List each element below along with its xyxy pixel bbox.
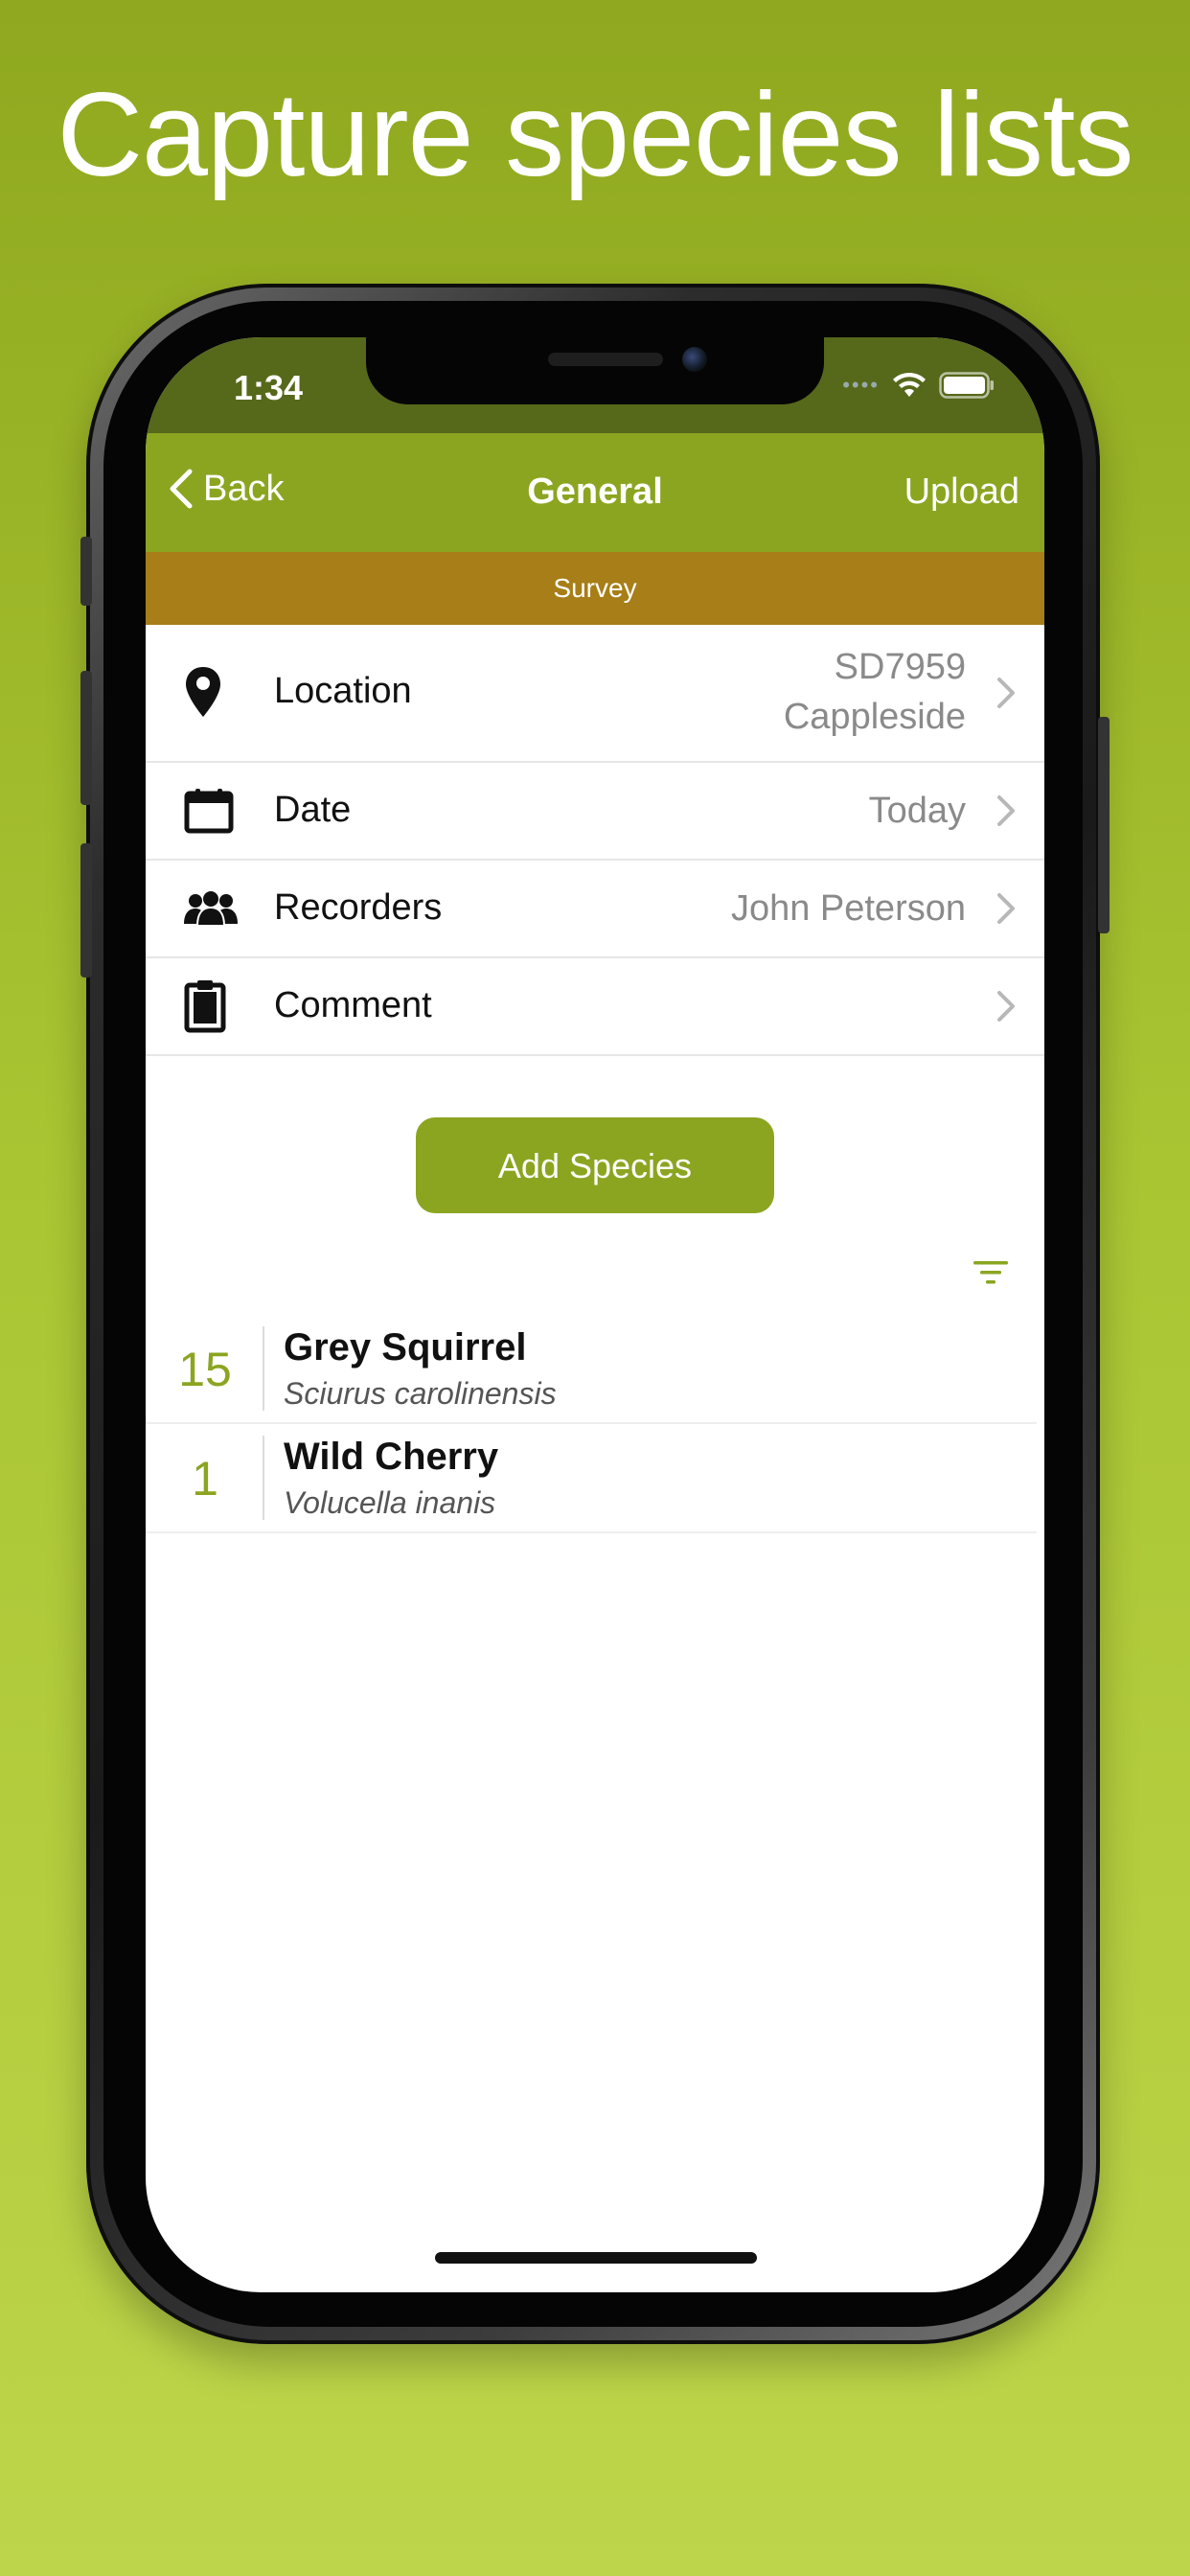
species-name: Wild Cherry bbox=[284, 1436, 499, 1478]
recorders-label: Recorders bbox=[274, 887, 443, 928]
calendar-icon bbox=[184, 789, 234, 834]
species-name: Grey Squirrel bbox=[284, 1326, 527, 1368]
volume-up-button bbox=[80, 671, 92, 805]
status-time: 1:34 bbox=[234, 368, 304, 407]
silent-switch bbox=[80, 537, 92, 606]
location-grid-ref: SD7959 bbox=[834, 647, 966, 687]
chevron-right-icon bbox=[997, 991, 1015, 1022]
divider bbox=[263, 1436, 264, 1520]
divider bbox=[263, 1326, 264, 1411]
signal-dots-icon: •••• bbox=[842, 373, 880, 397]
species-count[interactable]: 1 bbox=[146, 1451, 264, 1506]
comment-label: Comment bbox=[274, 985, 432, 1025]
front-camera bbox=[682, 347, 707, 372]
speaker-grille bbox=[548, 353, 663, 366]
location-label: Location bbox=[274, 671, 412, 711]
chevron-right-icon bbox=[997, 795, 1015, 826]
date-value: Today bbox=[868, 791, 966, 831]
people-icon bbox=[184, 891, 238, 926]
chevron-right-icon bbox=[997, 893, 1015, 924]
power-button bbox=[1098, 717, 1110, 933]
notch bbox=[366, 337, 824, 404]
clipboard-icon bbox=[184, 980, 226, 1033]
location-pin-icon bbox=[186, 667, 220, 717]
filter-icon[interactable] bbox=[972, 1259, 1010, 1286]
status-bar: 1:34 •••• bbox=[146, 337, 1044, 433]
species-count[interactable]: 15 bbox=[146, 1342, 264, 1397]
upload-button[interactable]: Upload bbox=[904, 472, 1019, 513]
species-row[interactable]: 15 Grey Squirrel Sciurus carolinensis bbox=[146, 1315, 1037, 1424]
species-latin-name: Sciurus carolinensis bbox=[284, 1376, 557, 1411]
recorders-value: John Peterson bbox=[730, 888, 966, 929]
chevron-right-icon bbox=[997, 678, 1015, 708]
species-latin-name: Volucella inanis bbox=[284, 1485, 496, 1520]
location-value: SD7959 Cappleside bbox=[784, 642, 966, 742]
battery-icon bbox=[939, 372, 994, 399]
volume-down-button bbox=[80, 843, 92, 978]
species-list: 15 Grey Squirrel Sciurus carolinensis 1 … bbox=[146, 1315, 1044, 1533]
survey-banner: Survey bbox=[146, 552, 1044, 625]
comment-row[interactable]: Comment bbox=[146, 958, 1044, 1056]
wifi-icon bbox=[893, 372, 926, 397]
species-row[interactable]: 1 Wild Cherry Volucella inanis bbox=[146, 1424, 1037, 1533]
add-species-button[interactable]: Add Species bbox=[416, 1117, 774, 1213]
status-icons: •••• bbox=[842, 372, 995, 399]
date-row[interactable]: Date Today bbox=[146, 763, 1044, 861]
phone-screen: 1:34 •••• Back General Upload Survey Loc… bbox=[146, 337, 1044, 2292]
location-row[interactable]: Location SD7959 Cappleside bbox=[146, 625, 1044, 763]
recorders-row[interactable]: Recorders John Peterson bbox=[146, 861, 1044, 958]
headline: Capture species lists bbox=[57, 69, 1133, 201]
home-indicator[interactable] bbox=[435, 2252, 757, 2264]
nav-bar: Back General Upload bbox=[146, 433, 1044, 552]
survey-attributes-list: Location SD7959 Cappleside Date Today Re… bbox=[146, 625, 1044, 1056]
location-place-name: Cappleside bbox=[783, 697, 966, 737]
date-label: Date bbox=[274, 790, 352, 830]
